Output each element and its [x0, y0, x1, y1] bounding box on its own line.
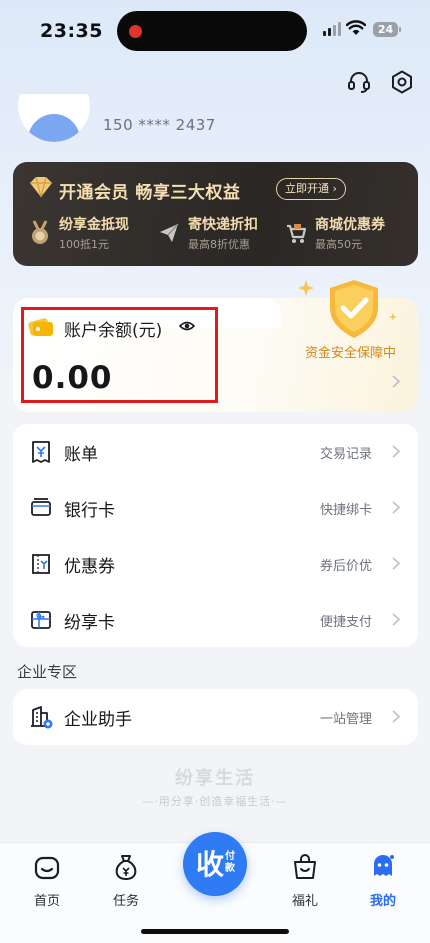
- avatar[interactable]: [18, 94, 90, 142]
- tab-mine[interactable]: 我的: [353, 852, 413, 909]
- brand-name: 纷享生活: [175, 768, 255, 789]
- fund-safety-text: 资金安全保障中: [305, 346, 397, 361]
- tab-tasks[interactable]: 任务: [96, 852, 156, 909]
- cellular-signal-icon: [323, 22, 341, 36]
- gift-card-icon: [31, 611, 51, 629]
- brand-watermark: 纷享生活 —·用分享·创造幸福生活·—: [0, 764, 430, 809]
- customer-service-headset-icon[interactable]: [343, 66, 375, 98]
- perk-express-discount: 寄快递折扣 最高8折优惠: [158, 214, 258, 252]
- chevron-right-icon: [392, 375, 400, 388]
- highlight-box: [21, 307, 218, 403]
- bill-icon: [32, 441, 50, 463]
- status-bar: 23:35 24: [0, 0, 430, 62]
- menu-row-share-card[interactable]: 纷享卡 便捷支付: [13, 592, 418, 648]
- paper-plane-icon: [160, 223, 179, 242]
- brand-slogan: —·用分享·创造幸福生活·—: [142, 795, 288, 808]
- home-indicator: [141, 929, 289, 934]
- chevron-right-icon: [392, 613, 400, 626]
- enterprise-card: 企业助手 一站管理: [13, 689, 418, 745]
- home-icon: [34, 856, 60, 880]
- phone-number: 150 **** 2437: [103, 116, 216, 134]
- tab-gifts[interactable]: 福礼: [275, 852, 335, 909]
- menu-card: 账单 交易记录 银行卡 快捷绑卡 优惠券 券后价优 纷享卡 便捷支付: [13, 424, 418, 647]
- chevron-right-icon: [392, 557, 400, 570]
- perk-mall-coupon: 商城优惠券 最高50元: [285, 214, 385, 252]
- gift-bag-icon: [294, 854, 316, 879]
- shopping-cart-icon: [287, 224, 307, 243]
- profile-mascot-icon: [374, 855, 394, 876]
- menu-row-bank-card[interactable]: 银行卡 快捷绑卡: [13, 480, 418, 536]
- activate-now-button[interactable]: 立即开通 ›: [276, 178, 346, 200]
- wifi-icon: [345, 20, 367, 40]
- menu-row-coupon[interactable]: 优惠券 券后价优: [13, 536, 418, 592]
- section-title-enterprise: 企业专区: [17, 663, 78, 681]
- status-time: 23:35: [40, 20, 103, 42]
- vip-membership-card[interactable]: 开通会员 畅享三大权益 立即开通 › 纷享金抵现 100抵1元 寄快递折扣 最高8折…: [13, 162, 418, 266]
- perk-cash-deduction: 纷享金抵现 100抵1元: [29, 214, 129, 252]
- security-shield-icon: [298, 280, 397, 338]
- menu-row-bill[interactable]: 账单 交易记录: [13, 424, 418, 480]
- battery-icon: 24: [373, 22, 401, 37]
- coupon-icon: [32, 554, 50, 574]
- chevron-right-icon: [392, 710, 400, 723]
- dynamic-island: [117, 11, 307, 51]
- vip-title: 开通会员 畅享三大权益: [59, 183, 241, 203]
- recording-indicator: [129, 25, 142, 38]
- medal-icon: [32, 220, 48, 244]
- chevron-right-icon: [392, 445, 400, 458]
- bank-card-icon: [31, 498, 51, 516]
- diamond-crown-icon: [30, 176, 52, 198]
- money-bag-icon: [115, 855, 137, 881]
- menu-row-enterprise-assistant[interactable]: 企业助手 一站管理: [13, 689, 418, 745]
- collect-payment-button[interactable]: 收 付款: [183, 832, 247, 896]
- enterprise-building-icon: [31, 706, 53, 729]
- tab-home[interactable]: 首页: [17, 852, 77, 909]
- settings-gear-icon[interactable]: [386, 66, 418, 98]
- chevron-right-icon: [392, 501, 400, 514]
